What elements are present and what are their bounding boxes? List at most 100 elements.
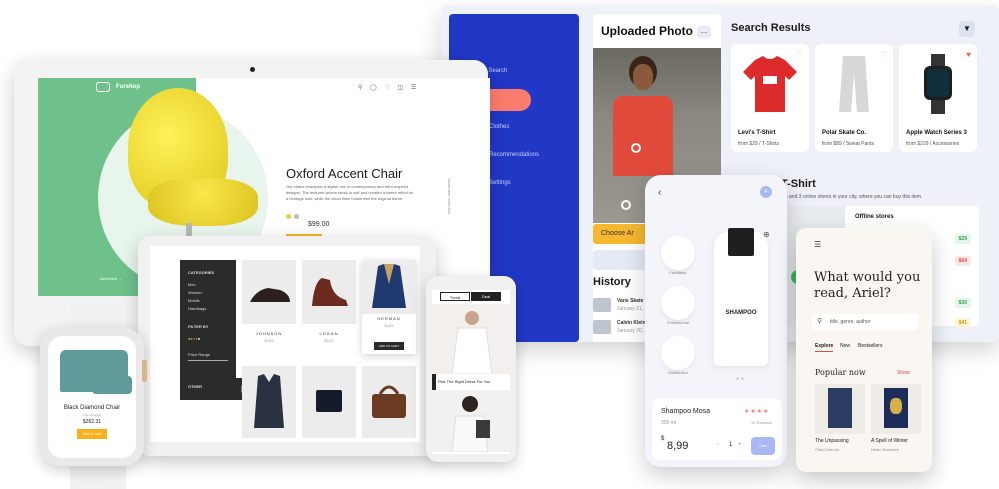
book-title: The Unpassing	[815, 438, 849, 444]
product-price: $129	[324, 338, 334, 343]
dropper-icon[interactable]	[661, 236, 695, 270]
category-item[interactable]: Men	[188, 282, 196, 287]
chair-seat-image	[148, 178, 258, 226]
tab-new[interactable]: New	[840, 343, 850, 349]
color-swatch-yellow[interactable]	[286, 214, 291, 219]
suit-image	[254, 374, 284, 428]
product-description: Our chairs champion a stylish mix of con…	[286, 184, 414, 201]
back-arrow-icon[interactable]: ‹	[658, 187, 661, 198]
tshirt-image	[739, 54, 801, 114]
next-item-link[interactable]: Next item →	[100, 276, 122, 281]
sidebar-item-recommendations[interactable]: Recommendations	[489, 152, 539, 158]
camera-dot	[250, 67, 255, 72]
book-card[interactable]	[815, 384, 865, 434]
hotspot-marker-icon[interactable]	[631, 143, 641, 153]
filter-icon[interactable]: ▼	[959, 21, 975, 37]
product-name: Shampoo Mosa	[661, 408, 711, 415]
bag-image	[372, 385, 406, 418]
history-item-name[interactable]: Calvin Klein	[617, 320, 646, 326]
product-subtitle: ...s and 3 online stores in your city, w…	[781, 194, 923, 200]
popular-now-title: Popular now	[815, 368, 866, 377]
caption-accent	[432, 374, 436, 390]
pants-image	[823, 54, 885, 114]
product-card[interactable]	[242, 366, 296, 438]
fashion-caption: Pick The Right Dress For You	[438, 379, 491, 384]
currency-symbol: $	[661, 436, 665, 442]
cart-count-badge[interactable]: 4	[760, 186, 772, 198]
watch-image	[907, 54, 969, 114]
category-item[interactable]: Women	[188, 290, 202, 295]
result-card[interactable]: ♡ Polar Skate Co. from $89 / Sweat Pants	[815, 44, 893, 152]
add-to-cart-button[interactable]: ADD TO CART	[374, 342, 404, 350]
sidebar-item-settings[interactable]: Settings	[489, 180, 511, 186]
sofa-logo-icon	[96, 82, 110, 92]
result-price: from $229 / Accessories	[906, 141, 960, 147]
carousel-dots[interactable]: ●●	[736, 376, 746, 382]
watch-crown[interactable]	[142, 360, 147, 382]
store-price: $29	[954, 234, 971, 244]
watch-shipping: Free shipping	[82, 413, 102, 417]
more-options-button[interactable]: ...	[697, 26, 711, 38]
color-swatch-gray[interactable]	[294, 214, 299, 219]
header-icons[interactable]: ⚲ ◯ ♡ ◫ ☰	[358, 84, 419, 91]
category-item[interactable]: Mobile	[188, 298, 200, 303]
fashion-hero-image[interactable]	[432, 304, 510, 375]
result-card[interactable]: ♥ Apple Watch Series 3 from $229 / Acces…	[899, 44, 977, 152]
category-item[interactable]: Handbags	[188, 306, 206, 311]
book-cover-image	[884, 388, 908, 428]
price-range-label: Price Range	[188, 352, 211, 357]
cart-button[interactable]: Cart	[751, 437, 775, 455]
product-price: $99.00	[308, 221, 330, 228]
price-range-slider[interactable]	[188, 360, 228, 361]
product-price: 8,99	[667, 440, 689, 452]
store-price: $41	[954, 318, 971, 328]
history-thumb	[593, 320, 611, 334]
result-name: Apple Watch Series 3	[906, 130, 967, 136]
result-card[interactable]: ♡ Levi's T-Shirt from $29 / T-Shirts	[731, 44, 809, 152]
zoom-icon[interactable]: ⊕	[763, 230, 770, 239]
increase-qty-button[interactable]: +	[738, 442, 742, 448]
tab-bestsellers[interactable]: Bestsellers	[858, 343, 882, 349]
ottoman-image	[92, 376, 132, 394]
decrease-qty-button[interactable]: −	[716, 442, 720, 448]
choose-area-button[interactable]: Choose Ar	[593, 224, 653, 244]
show-all-link[interactable]: Show	[897, 370, 910, 376]
mic-icon[interactable]	[661, 286, 695, 320]
book-card[interactable]	[871, 384, 921, 434]
secondary-action-button[interactable]	[593, 250, 653, 270]
sidebar-item-clothes[interactable]: Clothes	[489, 124, 509, 130]
product-card[interactable]	[362, 366, 416, 438]
search-results-title: Search Results	[731, 22, 811, 34]
product-size: 300 ml	[661, 420, 677, 426]
menu-icon[interactable]: ☰	[814, 240, 821, 249]
quantity-value: 1	[729, 442, 733, 448]
hotspot-marker-icon[interactable]	[621, 200, 631, 210]
product-name: JOHNSON	[255, 331, 283, 336]
result-name: Levi's T-Shirt	[738, 130, 776, 136]
store-price: $64	[954, 256, 971, 266]
blazer-image	[362, 260, 416, 314]
product-card-featured[interactable]: HERMAN $129 ADD TO CART	[362, 260, 416, 354]
watch-product-title: Black Diamond Chair	[63, 405, 121, 411]
brand-name: Furshop	[116, 84, 140, 90]
product-card[interactable]	[242, 260, 296, 324]
product-price: $129	[264, 338, 274, 343]
tool-label: Distribution	[667, 370, 688, 375]
wallet-image	[316, 390, 342, 412]
books-heading: What would you read, Ariel?	[814, 270, 921, 301]
history-title: History	[593, 276, 631, 288]
book-search-input[interactable]: title, genre, author	[812, 314, 918, 330]
product-card[interactable]	[302, 260, 356, 324]
product-card[interactable]	[302, 366, 356, 438]
watch-add-to-cart-button[interactable]: Add to cart	[77, 429, 107, 439]
bottle-label: SHAMPOO	[725, 310, 757, 316]
tab-trend[interactable]: Trend	[440, 292, 470, 301]
fashion-second-image[interactable]	[432, 390, 510, 453]
tab-deal[interactable]: Deal	[471, 292, 501, 301]
color-swatches[interactable]: ●●●●●	[188, 336, 200, 341]
spray-icon[interactable]	[661, 336, 695, 370]
tool-label: Facilitator	[669, 270, 687, 275]
watch-product-price: $262.31	[82, 419, 102, 425]
shoe-image	[250, 288, 290, 302]
tab-explore[interactable]: Explore	[815, 343, 834, 352]
